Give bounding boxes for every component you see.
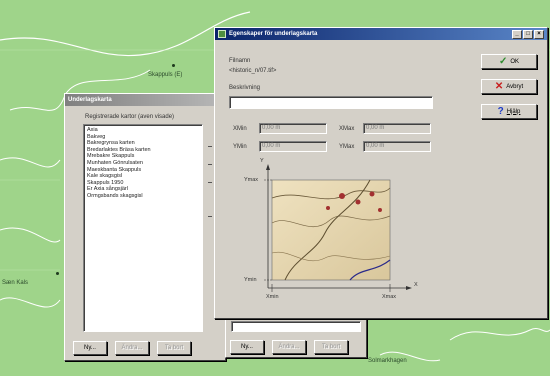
change-map-button[interactable]: Ändra... <box>115 341 149 355</box>
list-item[interactable]: Maeskbanta Skappuls <box>87 167 199 174</box>
list-item[interactable]: Bakregrynsa karten <box>87 140 199 147</box>
new-map-button[interactable]: Ny... <box>73 341 107 355</box>
strip-field[interactable] <box>231 321 361 332</box>
xmax-label: XMax <box>339 126 355 132</box>
minimize-button[interactable]: _ <box>512 29 522 39</box>
bottom-button-strip: Ny... Ändra... Ta bort <box>225 318 367 358</box>
strip-change-button[interactable]: Ändra... <box>272 340 306 354</box>
map-thumbnail <box>271 179 391 281</box>
ok-button[interactable]: ✓ OK <box>481 54 537 69</box>
app-icon <box>218 30 226 38</box>
list-heading: Registrerade kartor (aven visade) <box>85 114 175 120</box>
map-label: Skappuls (E) <box>148 72 183 78</box>
divider <box>208 164 212 165</box>
extent-diagram-graphic <box>264 164 412 292</box>
y-axis-label: Y <box>260 158 264 164</box>
ymax-field[interactable]: 0,00 m <box>363 141 431 152</box>
map-properties-window: Egenskaper för underlagskarta _ □ × Filn… <box>214 27 548 319</box>
list-item[interactable]: Er Axia sångsjärl <box>87 186 199 193</box>
x-axis-label: X <box>414 282 418 288</box>
ymax-label: YMax <box>339 144 355 150</box>
map-point <box>56 272 59 275</box>
ymin-field[interactable]: 0,00 m <box>259 141 327 152</box>
list-item[interactable]: Ormgsbands skagsgisl <box>87 193 199 200</box>
strip-new-button[interactable]: Ny... <box>230 340 264 354</box>
divider <box>208 146 212 147</box>
description-label: Beskrivning <box>229 85 261 91</box>
description-input[interactable] <box>229 96 433 109</box>
help-question-icon: ? <box>497 106 504 117</box>
xmin-label: XMin <box>233 126 247 132</box>
close-button[interactable]: × <box>534 29 544 39</box>
strip-remove-button[interactable]: Ta bort <box>314 340 348 354</box>
xmax-field[interactable]: 0,00 m <box>363 123 431 134</box>
divider <box>208 182 212 183</box>
ok-label: OK <box>510 58 520 65</box>
list-item[interactable]: Bakveg <box>87 134 199 141</box>
cancel-label: Avbryt <box>506 83 524 90</box>
x-max-label: Xmax <box>382 294 397 300</box>
cancel-x-icon: ✕ <box>494 81 504 92</box>
remove-map-button[interactable]: Ta bort <box>157 341 191 355</box>
registered-maps-list[interactable]: Axia Bakveg Bakregrynsa karten Bredarlak… <box>83 124 203 332</box>
extent-diagram: Ymax Y Ymin Xmin Xmax X <box>230 158 420 308</box>
map-list-window-titlebar[interactable]: Underlagskarta <box>65 94 225 106</box>
map-point <box>172 64 175 67</box>
ymin-label: YMin <box>233 144 247 150</box>
help-label: Hjälp <box>506 108 521 115</box>
map-list-window: Underlagskarta Registrerade kartor (aven… <box>64 93 226 361</box>
maximize-button[interactable]: □ <box>523 29 533 39</box>
map-label: Solmarkhagen <box>368 358 407 364</box>
list-item[interactable]: Mrebakre Skappuls <box>87 153 199 160</box>
map-properties-window-title: Egenskaper för underlagskarta <box>229 31 318 37</box>
x-min-label: Xmin <box>266 294 279 300</box>
map-list-window-title: Underlagskarta <box>68 97 112 103</box>
xmin-field[interactable]: 0,00 m <box>259 123 327 134</box>
list-item[interactable]: Kale skagsgisl <box>87 173 199 180</box>
map-properties-window-titlebar[interactable]: Egenskaper för underlagskarta _ □ × <box>215 28 547 40</box>
y-min-label: Ymin <box>244 277 257 283</box>
y-max-label: Ymax <box>244 177 259 183</box>
checkmark-icon: ✓ <box>498 56 508 67</box>
divider <box>208 216 212 217</box>
list-item[interactable]: Bredarlaktes Bräsa karten <box>87 147 199 154</box>
cancel-button[interactable]: ✕ Avbryt <box>481 79 537 94</box>
file-label: Filnamn <box>229 58 251 64</box>
help-button[interactable]: ? Hjälp <box>481 104 537 119</box>
map-label: Sæn Kals <box>2 280 29 286</box>
list-item[interactable]: Axia <box>87 127 199 134</box>
file-value: <historic_n/07.tif> <box>229 68 277 74</box>
list-item[interactable]: Munhaten Gönrulsaten <box>87 160 199 167</box>
